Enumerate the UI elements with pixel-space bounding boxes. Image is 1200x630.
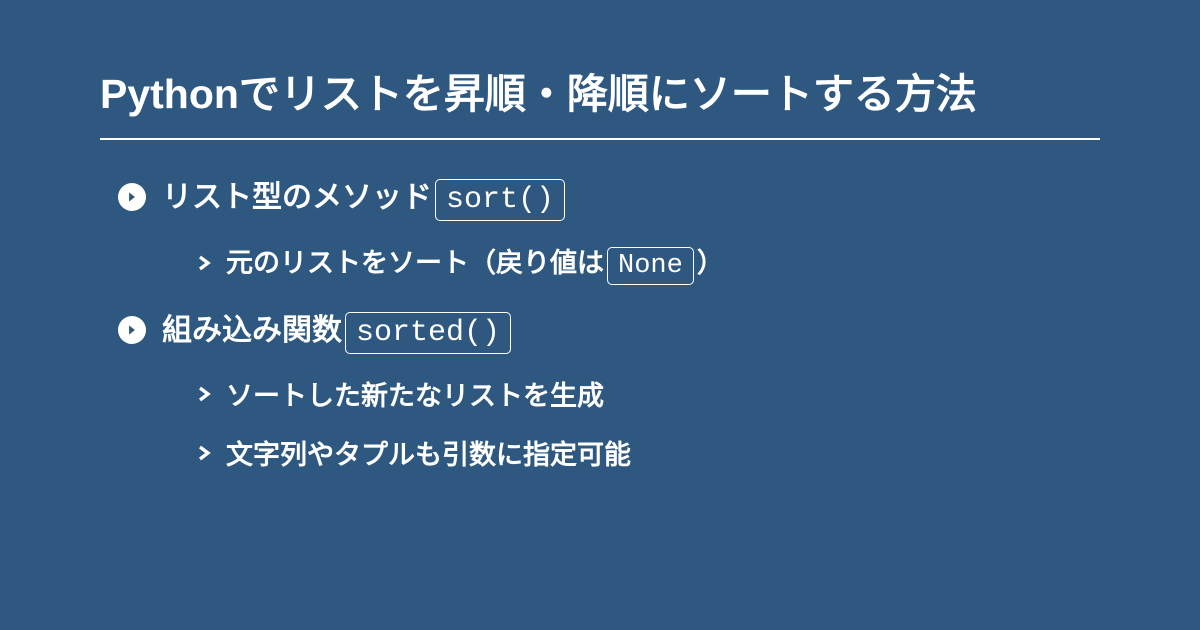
text-segment: ） — [697, 248, 724, 278]
text-segment: リスト型のメソッド — [162, 181, 432, 214]
list-item-content: ソートした新たなリストを生成 — [226, 374, 604, 413]
chevron-circle-right-icon — [118, 183, 146, 211]
text-segment: 文字列やタプルも引数に指定可能 — [226, 440, 631, 470]
list-item-content: 元のリストをソート（戻り値はNone） — [226, 241, 724, 285]
list-item-content: 組み込み関数sorted() — [162, 305, 514, 354]
text-segment: 組み込み関数 — [162, 314, 342, 347]
content-list: リスト型のメソッドsort() 元のリストをソート（戻り値はNone） 組み込み関数… — [100, 172, 1100, 492]
chevron-circle-right-icon — [118, 316, 146, 344]
text-segment: ソートした新たなリストを生成 — [226, 381, 604, 411]
list-item: 組み込み関数sorted() — [118, 305, 1100, 354]
chevron-right-icon — [196, 444, 212, 462]
chevron-right-icon — [196, 385, 212, 403]
list-item: ソートした新たなリストを生成 — [196, 374, 1100, 413]
list-item: 元のリストをソート（戻り値はNone） — [196, 241, 1100, 285]
code-inline: sort() — [435, 179, 565, 221]
list-item-content: 文字列やタプルも引数に指定可能 — [226, 433, 631, 472]
chevron-right-icon — [196, 254, 212, 272]
list-item: リスト型のメソッドsort() — [118, 172, 1100, 221]
text-segment: 元のリストをソート（戻り値は — [226, 248, 604, 278]
code-inline: None — [607, 247, 694, 285]
list-item: 文字列やタプルも引数に指定可能 — [196, 433, 1100, 472]
list-item-content: リスト型のメソッドsort() — [162, 172, 568, 221]
page-title: Pythonでリストを昇順・降順にソートする方法 — [100, 60, 1100, 140]
code-inline: sorted() — [345, 312, 511, 354]
